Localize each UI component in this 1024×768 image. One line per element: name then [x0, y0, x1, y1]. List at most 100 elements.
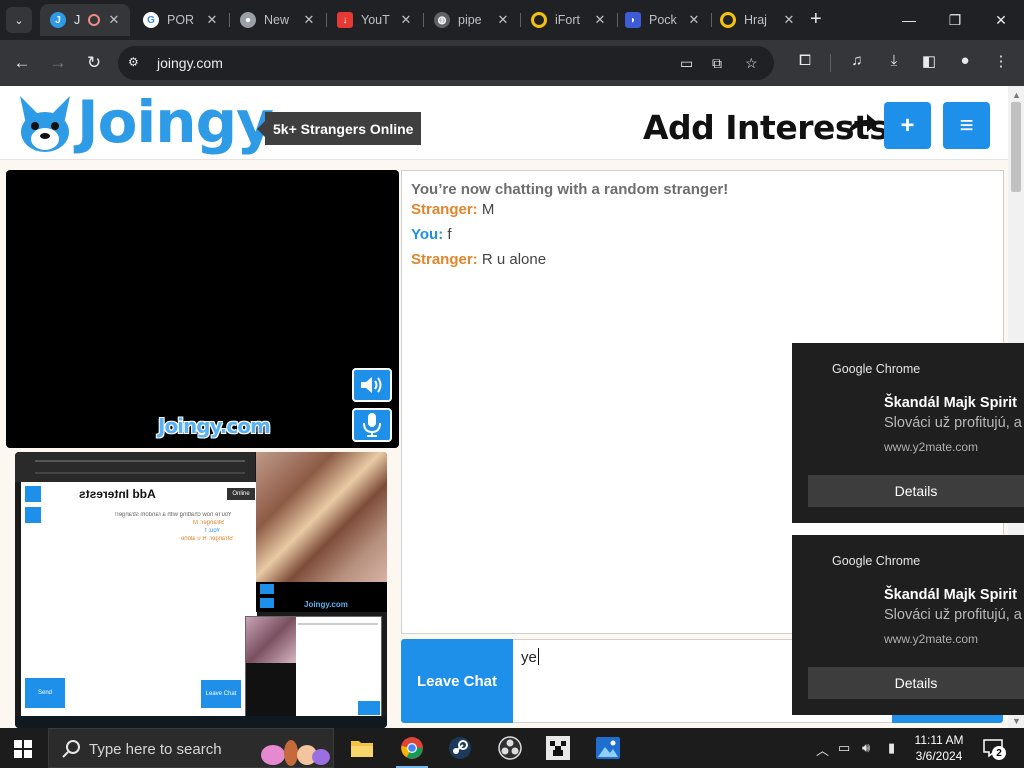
sender-label: Stranger: [411, 201, 478, 218]
add-interest-button[interactable]: + [884, 102, 931, 149]
close-icon[interactable]: ✕ [204, 12, 220, 28]
microphone-icon[interactable]: ▮ [888, 740, 895, 756]
side-panel-icon[interactable]: ◧ [918, 52, 940, 70]
site-header: Joingy 5k+ Strangers Online Add Interest… [0, 86, 1008, 160]
video-watermark: Joingy.com [158, 414, 271, 438]
circle-icon [720, 12, 736, 28]
tab-google[interactable]: G POR ✕ [133, 4, 228, 36]
camera-icon[interactable]: ▭ [680, 55, 693, 72]
tab-search-button[interactable]: ⌄ [6, 7, 32, 33]
profile-icon[interactable]: ● [954, 52, 976, 69]
bunny-logo-icon[interactable] [16, 94, 74, 154]
reload-button[interactable]: ↻ [82, 51, 106, 75]
recording-icon [88, 14, 100, 26]
stranger-video: Joingy.com [6, 170, 399, 448]
tab-joingy[interactable]: J J ✕ [40, 4, 130, 36]
bookmark-star-icon[interactable]: ☆ [745, 55, 758, 72]
search-placeholder[interactable]: Type here to search [89, 741, 222, 758]
close-icon[interactable]: ✕ [781, 12, 797, 28]
close-icon[interactable]: ✕ [106, 12, 122, 28]
leave-chat-button[interactable]: Leave Chat [401, 639, 513, 723]
microphone-button[interactable] [352, 408, 392, 442]
photos-taskbar[interactable] [584, 728, 632, 768]
close-icon[interactable]: ✕ [686, 12, 702, 28]
file-explorer-taskbar[interactable] [338, 728, 386, 768]
chrome-icon: ● [240, 12, 256, 28]
system-clock[interactable]: 11:11 AM 3/6/2024 [908, 732, 970, 764]
captured-leave-button: Leave Chat [201, 680, 241, 708]
minecraft-taskbar[interactable] [534, 728, 582, 768]
close-icon[interactable]: ✕ [592, 12, 608, 28]
tab-new[interactable]: ● New ✕ [230, 4, 325, 36]
scroll-up-icon[interactable]: ▲ [1012, 90, 1021, 100]
steam-taskbar[interactable] [436, 728, 484, 768]
chrome-taskbar[interactable] [388, 728, 436, 768]
volume-icon[interactable]: 🔊︎ [862, 740, 870, 756]
chrome-notification[interactable]: Google Chrome Škandál Majk Spirit Slovác… [792, 343, 1024, 523]
captured-nested-preview [245, 616, 382, 720]
scroll-down-icon[interactable]: ▼ [1012, 716, 1021, 726]
creeper-icon [546, 736, 570, 760]
taskbar-search[interactable]: Type here to search [48, 728, 334, 768]
notification-title: Škandál Majk Spirit [884, 395, 1017, 411]
tab-youtube-downloader[interactable]: ↓ YouT ✕ [327, 4, 422, 36]
notification-body: Slováci už profitujú, a [884, 607, 1022, 623]
captured-menu-icon [25, 486, 41, 502]
url-text[interactable]: joingy.com [157, 55, 223, 71]
menu-button[interactable]: ≡ [943, 102, 990, 149]
volume-button[interactable] [352, 368, 392, 402]
easter-eggs-icon[interactable] [257, 733, 333, 767]
tab-pocket[interactable]: ◗ Pock ✕ [615, 4, 710, 36]
sender-label: Stranger: [411, 251, 478, 268]
chrome-icon [401, 737, 423, 759]
notification-app: Google Chrome [832, 362, 921, 376]
chrome-notification[interactable]: Google Chrome Škandál Majk Spirit Slovác… [792, 535, 1024, 715]
extensions-icon[interactable]: ⧠ [794, 52, 816, 69]
notification-source: www.y2mate.com [884, 440, 979, 454]
notification-app: Google Chrome [832, 554, 921, 568]
captured-watermark: Joingy.com [304, 600, 348, 609]
tab-pipe[interactable]: ◍ pipe ✕ [424, 4, 519, 36]
self-video-preview: Add Interests Online You're now chatting… [15, 452, 387, 728]
captured-camera-image [256, 452, 387, 582]
notification-source: www.y2mate.com [884, 632, 979, 646]
notification-details-button[interactable]: Details [808, 475, 1024, 507]
chat-message: You: f [411, 226, 452, 243]
tab-hraj[interactable]: Hraj ✕ [710, 4, 805, 36]
download-icon[interactable]: ⤓ [883, 52, 905, 69]
joingy-icon: J [50, 12, 66, 28]
captured-speaker-icon [260, 584, 274, 594]
media-control-icon[interactable]: ♫ [846, 52, 868, 69]
windows-start-icon[interactable] [14, 740, 32, 758]
notification-count-badge: 2 [992, 746, 1006, 760]
close-window-button[interactable]: ✕ [978, 0, 1024, 40]
obs-taskbar[interactable] [486, 728, 534, 768]
close-icon[interactable]: ✕ [301, 12, 317, 28]
forward-button[interactable]: → [46, 51, 70, 75]
site-info-icon[interactable]: ⚙ [128, 55, 144, 71]
download-icon: ↓ [337, 12, 353, 28]
network-icon[interactable]: ▭ [838, 740, 850, 756]
site-logo-text[interactable]: Joingy [77, 88, 274, 156]
back-button[interactable]: ← [10, 51, 34, 75]
new-tab-button[interactable]: + [810, 9, 822, 29]
message-text: R u alone [477, 251, 547, 268]
notification-details-button[interactable]: Details [808, 667, 1024, 699]
tab-ifort[interactable]: iFort ✕ [521, 4, 616, 36]
message-input-value[interactable]: ye [521, 649, 537, 666]
captured-send-button: Send [25, 678, 65, 708]
minimize-button[interactable]: — [886, 0, 932, 40]
circle-icon [531, 12, 547, 28]
restore-button[interactable]: ❐ [932, 0, 978, 40]
more-menu-icon[interactable]: ⋮ [990, 52, 1012, 70]
obs-icon [498, 736, 522, 760]
scrollbar-thumb[interactable] [1011, 102, 1021, 192]
curved-arrow-icon [847, 114, 878, 136]
address-bar[interactable]: ⚙ joingy.com ▭ ⧉ ☆ [118, 46, 774, 80]
captured-page: Add Interests Online You're now chatting… [21, 482, 257, 720]
captured-video-bar: Joingy.com [256, 582, 387, 612]
close-icon[interactable]: ✕ [398, 12, 414, 28]
show-hidden-icons[interactable]: ︿ [816, 740, 829, 759]
install-app-icon[interactable]: ⧉ [712, 55, 722, 72]
close-icon[interactable]: ✕ [495, 12, 511, 28]
